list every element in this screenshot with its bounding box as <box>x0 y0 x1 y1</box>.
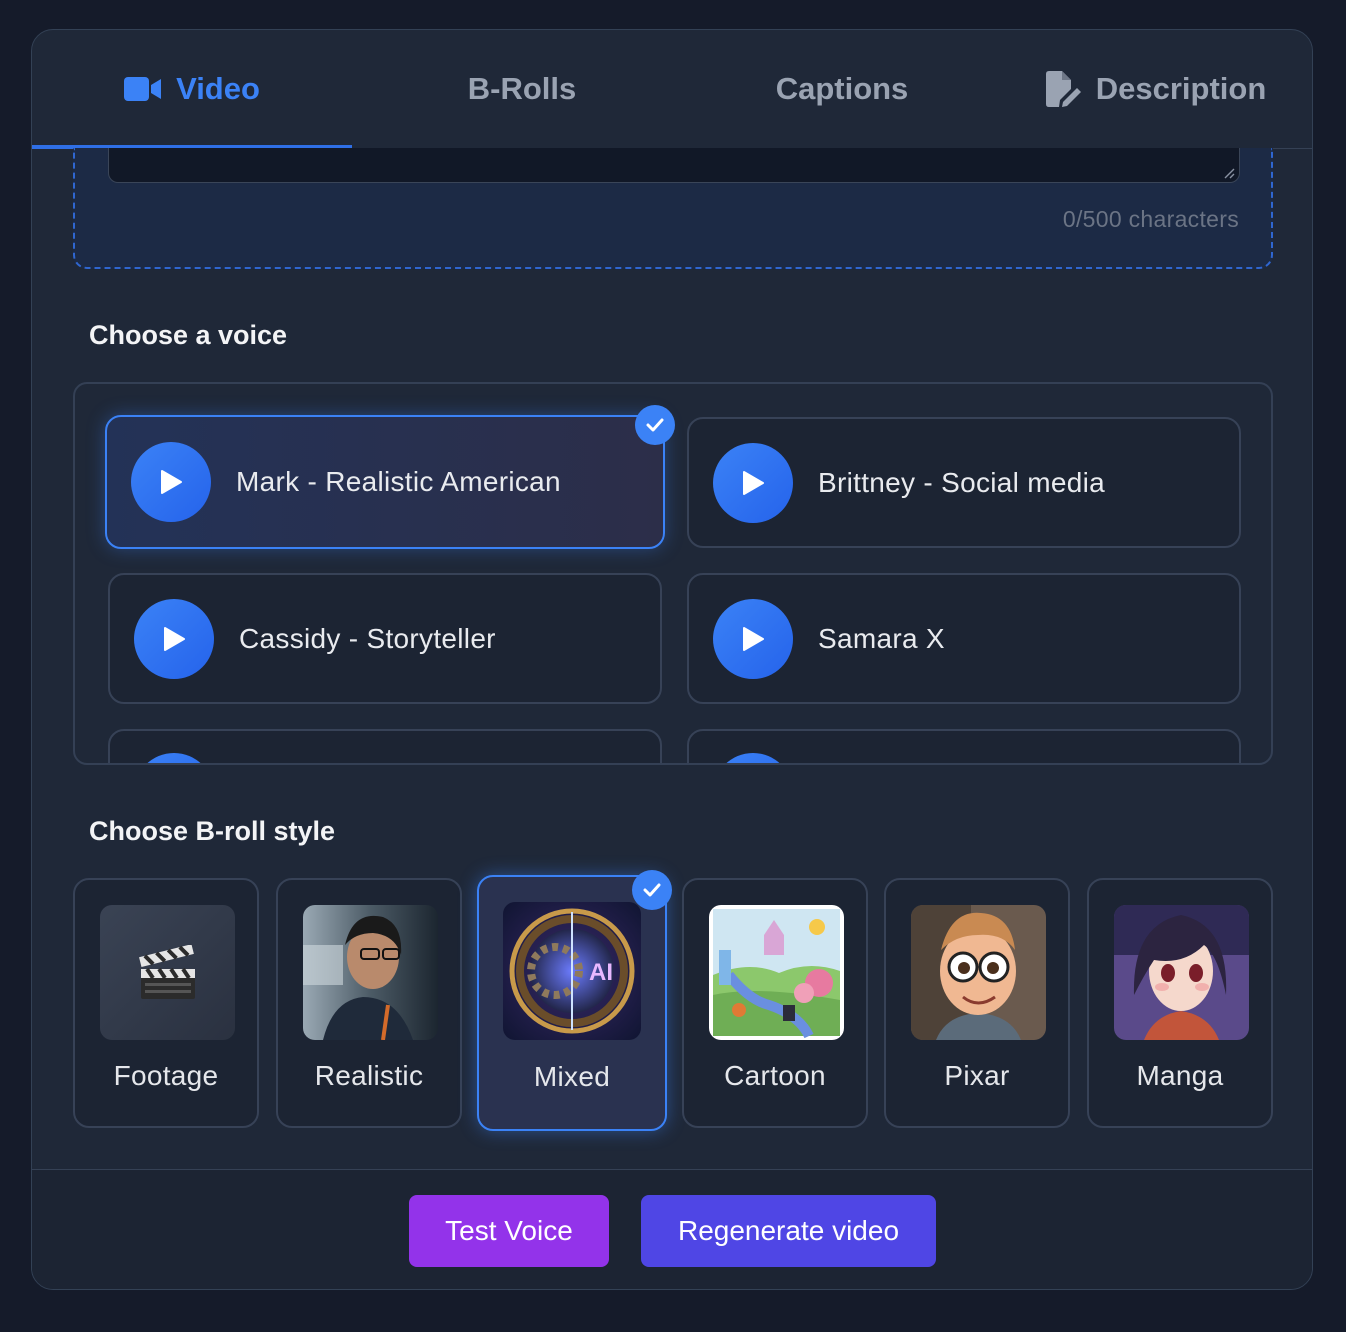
regenerate-video-button[interactable]: Regenerate video <box>641 1195 936 1267</box>
broll-style-realistic[interactable]: Realistic <box>276 878 462 1128</box>
tab-description[interactable]: Description <box>1000 30 1310 148</box>
tab-captions-label: Captions <box>775 71 909 106</box>
realistic-portrait-thumbnail <box>303 905 438 1040</box>
action-footer: Test Voice Regenerate video <box>32 1169 1312 1289</box>
broll-style-footage[interactable]: Footage <box>73 878 259 1128</box>
voice-card-samara[interactable]: Samara X <box>687 573 1241 704</box>
play-button[interactable] <box>134 598 214 679</box>
tab-video-label: Video <box>176 71 260 106</box>
tab-bar: Video B-Rolls Captions Description <box>32 30 1312 149</box>
video-camera-icon <box>124 76 162 102</box>
svg-text:AI: AI <box>589 959 613 986</box>
voice-name: Brittney - Social media <box>818 466 1106 498</box>
clapperboard-icon <box>100 905 235 1040</box>
voice-card-brittney[interactable]: Brittney - Social media <box>687 417 1241 548</box>
video-settings-panel: Video B-Rolls Captions Description 0/500… <box>31 29 1313 1290</box>
voice-card-partial[interactable] <box>108 729 662 763</box>
broll-style-cartoon[interactable]: Cartoon <box>682 878 868 1128</box>
play-icon <box>164 626 185 651</box>
broll-style-label: Mixed <box>533 1061 611 1092</box>
tab-captions[interactable]: Captions <box>682 30 1002 148</box>
play-button[interactable] <box>131 442 211 522</box>
play-icon <box>161 470 182 494</box>
prompt-textarea[interactable] <box>108 148 1240 183</box>
test-voice-button[interactable]: Test Voice <box>409 1195 609 1267</box>
tab-b-rolls-label: B-Rolls <box>467 71 577 106</box>
resize-handle-icon[interactable] <box>1223 167 1235 179</box>
play-button[interactable] <box>713 598 793 679</box>
play-button[interactable] <box>713 753 793 763</box>
broll-style-label: Realistic <box>314 1060 424 1091</box>
voice-name: Mark - Realistic American <box>236 466 561 497</box>
cartoon-landscape-thumbnail <box>709 905 844 1040</box>
pixar-character-thumbnail <box>911 905 1046 1040</box>
broll-style-mixed[interactable]: AI Mixed <box>477 875 667 1131</box>
play-button[interactable] <box>713 442 793 523</box>
tab-video[interactable]: Video <box>32 30 352 149</box>
ai-mixed-thumbnail: AI <box>503 902 641 1040</box>
file-edit-icon <box>1044 71 1082 107</box>
play-button[interactable] <box>134 753 214 763</box>
broll-style-label: Pixar <box>944 1060 1010 1091</box>
broll-style-manga[interactable]: Manga <box>1087 878 1273 1128</box>
voice-name: Cassidy - Storyteller <box>239 622 496 654</box>
character-counter: 0/500 characters <box>1062 206 1239 232</box>
voice-card-cassidy[interactable]: Cassidy - Storyteller <box>108 573 662 704</box>
broll-style-label: Manga <box>1136 1060 1224 1091</box>
voice-name: Samara X <box>818 622 945 654</box>
tab-description-label: Description <box>1095 71 1267 106</box>
broll-style-label: Cartoon <box>724 1060 826 1091</box>
selected-check-icon <box>632 870 672 910</box>
prompt-dropzone: 0/500 characters <box>73 148 1273 269</box>
voice-card-partial[interactable] <box>687 729 1241 763</box>
selected-check-icon <box>635 405 675 445</box>
broll-style-label: Footage <box>113 1060 219 1091</box>
broll-section-heading: Choose B-roll style <box>89 816 336 846</box>
play-icon <box>743 626 764 651</box>
voice-card-mark[interactable]: Mark - Realistic American <box>105 415 665 549</box>
manga-girl-thumbnail <box>1114 905 1249 1040</box>
tab-b-rolls[interactable]: B-Rolls <box>362 30 682 148</box>
voice-section-heading: Choose a voice <box>89 320 288 350</box>
play-icon <box>743 470 764 495</box>
voice-list[interactable]: Mark - Realistic American Brittney - Soc… <box>73 382 1273 765</box>
broll-style-pixar[interactable]: Pixar <box>884 878 1070 1128</box>
